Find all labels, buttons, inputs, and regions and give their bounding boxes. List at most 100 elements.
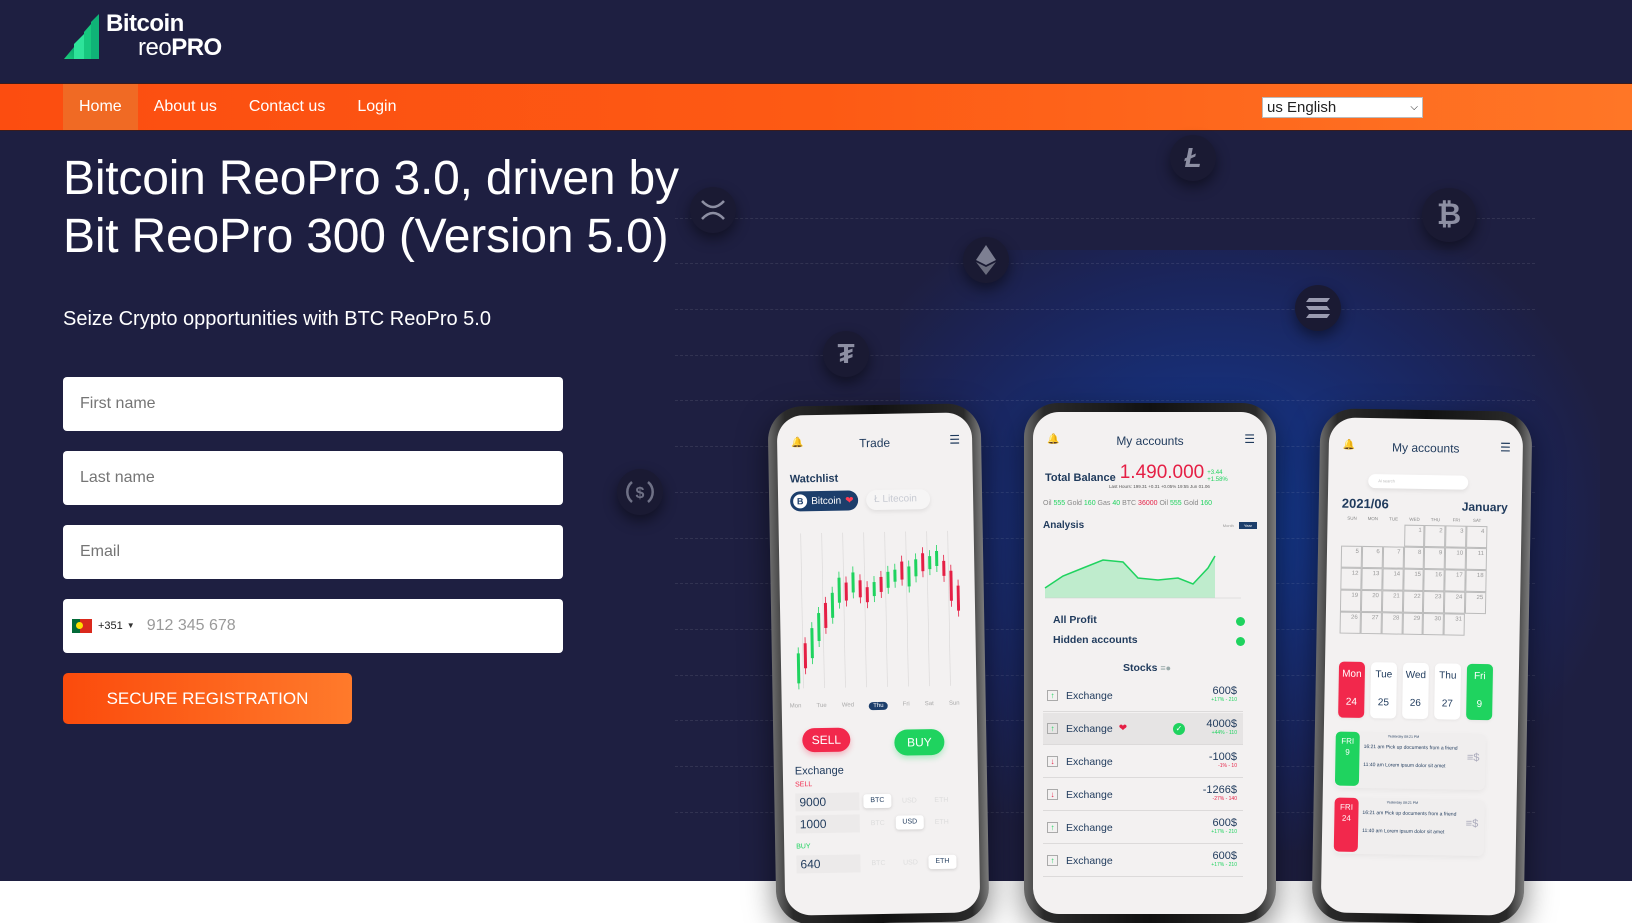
transaction-row: ↑ Exchange 600$ +17% - 210 (1043, 812, 1243, 844)
currency-tag: USD (895, 815, 924, 830)
calendar-date: 31 (1443, 613, 1466, 636)
day-card-date: 26 (1409, 697, 1422, 709)
grid-line (675, 263, 1535, 264)
nav-contact-us[interactable]: Contact us (233, 84, 341, 130)
transaction-value: 600$ (1212, 685, 1237, 697)
event-date-badge: FRI 24 (1333, 797, 1359, 852)
event-header: Yesterday 08:21 PM (1386, 800, 1419, 805)
exchange-sell-label: SELL (795, 781, 813, 789)
ticker-item: Oil 555 (1159, 500, 1183, 507)
transaction-amount: 4000$ +44% - 110 (1206, 719, 1237, 737)
calendar-year-month: 2021/06 (1341, 495, 1389, 512)
transaction-value: 4000$ (1206, 718, 1237, 730)
calendar-date: 6 (1361, 545, 1383, 569)
exchange-row: 640 BTC USD ETH (796, 853, 957, 874)
candle-body (858, 580, 862, 598)
watchlist-bitcoin-pill: B Bitcoin ❤ (789, 490, 859, 512)
calendar-date: 21 (1381, 590, 1403, 613)
day-option: Fri (902, 701, 910, 708)
main-navbar: Home About us Contact us Login us Englis… (0, 83, 1632, 131)
ticker-value: 40 (1112, 500, 1121, 507)
nav-login[interactable]: Login (341, 84, 412, 130)
event-text: Pick up documents from a friend (1384, 810, 1457, 818)
portugal-flag-icon[interactable] (72, 619, 92, 633)
exchange-value: 640 (796, 854, 861, 874)
ticker-value: 555 (1169, 500, 1182, 507)
calendar-date: 11 (1465, 547, 1488, 571)
arrow-up-icon: ↑ (1047, 855, 1058, 866)
pill-litecoin-label: Litecoin (882, 493, 918, 505)
dial-code[interactable]: +351 (98, 599, 123, 653)
candle-body (844, 582, 848, 601)
day-cards: Mon 24 Tue 25 Wed 26 Thu 27 Fri 9 (1338, 661, 1494, 721)
last-name-input[interactable] (63, 451, 563, 505)
buy-button: BUY (894, 728, 945, 756)
candle-body (865, 587, 869, 603)
email-input[interactable] (63, 525, 563, 579)
page-subtitle: Seize Crypto opportunities with BTC ReoP… (63, 308, 491, 330)
transaction-label: Exchange (1066, 722, 1113, 735)
currency-tag: ETH (928, 854, 957, 870)
ticker-name: Gold (1183, 500, 1199, 507)
calendar-weekday: THU (1430, 517, 1441, 523)
calendar-date: 24 (1444, 591, 1466, 614)
phone-mockup-accounts: 🔔 My accounts ☰ Total Balance 1.490.000 … (1024, 403, 1276, 923)
calendar-title: My accounts (1392, 440, 1460, 456)
transaction-amount: 600$ +17% - 210 (1211, 686, 1237, 704)
calendar-date: 13 (1361, 567, 1383, 591)
calendar-date: 8 (1403, 546, 1425, 570)
ticker-value: 160 (1200, 500, 1213, 507)
candle-body (900, 561, 904, 580)
day-option: Wed (841, 702, 855, 709)
calendar-date: 18 (1465, 569, 1487, 593)
ticker-item: Gold 160 (1067, 500, 1097, 507)
transaction-row: ↓ Exchange -1266$ -27% - 140 (1043, 779, 1243, 811)
candle-body (907, 566, 911, 587)
event-date-badge: FRI 9 (1334, 731, 1360, 786)
calendar-date: 22 (1402, 590, 1424, 614)
phone-input[interactable]: +351 ▼ 912 345 678 (63, 599, 563, 653)
page-title: Bitcoin ReoPro 3.0, driven by Bit ReoPro… (63, 152, 679, 263)
calendar-date (1383, 524, 1404, 546)
day-card-day: Fri (1473, 670, 1486, 683)
calendar-weekday: SUN (1347, 515, 1357, 521)
day-card-date: 25 (1377, 697, 1390, 709)
calendar-search: Ai search (1368, 474, 1469, 490)
calendar-date: 17 (1444, 569, 1466, 592)
chart-gridline (863, 532, 867, 688)
calendar-date: 16 (1423, 569, 1445, 592)
calendar-screen: 🔔 My accounts ☰ Ai search 2021/06 Januar… (1320, 417, 1524, 916)
day-card-day: Wed (1405, 669, 1427, 682)
stocks-label: Stocks ≡● (1123, 662, 1171, 674)
currency-tag: USD (901, 796, 917, 805)
event-text: Lorem ipsum dolor sit amet (1385, 762, 1446, 770)
total-balance-label: Total Balance (1045, 472, 1116, 484)
day-card: Thu 27 (1434, 663, 1462, 720)
ticker-item: Oil 555 (1043, 500, 1067, 507)
accounts-screen: 🔔 My accounts ☰ Total Balance 1.490.000 … (1033, 412, 1267, 914)
bitcoin-coin-icon: ₿ (1422, 188, 1476, 242)
calendar-date: 30 (1422, 613, 1445, 636)
first-name-input[interactable] (63, 377, 563, 431)
calendar-date: 12 (1340, 567, 1362, 590)
nav-home[interactable]: Home (63, 84, 138, 130)
chart-gridline (926, 531, 930, 687)
language-select[interactable]: us English ⌵ (1262, 97, 1423, 118)
event-text: Pick up documents from a friend (1385, 744, 1458, 752)
brand-reo: reo (138, 34, 172, 61)
candle-body (928, 556, 932, 570)
market-ticker: Oil 555 Gold 160 Gas 40 BTC 36000 Oil 55… (1043, 500, 1212, 507)
transaction-value: -100$ (1208, 751, 1237, 763)
brand-logo[interactable]: Bitcoin reoPRO (64, 12, 234, 60)
calendar-date: 3 (1445, 525, 1467, 548)
chart-gridline (947, 530, 951, 686)
event-line: 16:21 am Pick up documents from a friend (1362, 810, 1456, 818)
nav-about-us[interactable]: About us (138, 84, 233, 130)
total-balance: Total Balance 1.490.000 +3.44 +1.58% (1045, 462, 1228, 484)
calendar-date: 28 (1381, 612, 1403, 635)
candlestick-chart (796, 530, 961, 690)
ticker-item: Gold 160 (1184, 500, 1212, 507)
secure-registration-button[interactable]: SECURE REGISTRATION (63, 673, 352, 724)
ticker-name: Gold (1067, 500, 1082, 507)
caret-down-icon[interactable]: ▼ (127, 599, 135, 653)
